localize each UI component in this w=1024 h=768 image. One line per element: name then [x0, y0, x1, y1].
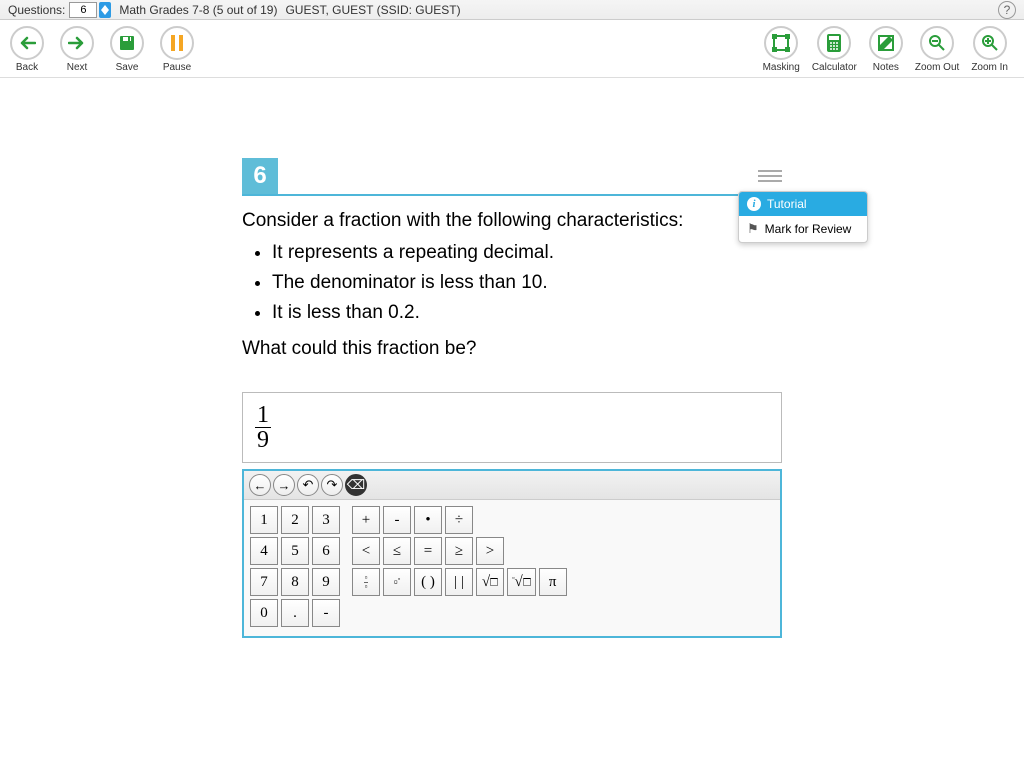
key-decimal[interactable]: .	[281, 599, 309, 627]
fraction-display: 1 9	[255, 403, 271, 452]
questions-label: Questions:	[8, 3, 65, 17]
cursor-left-button[interactable]: ←	[249, 474, 271, 496]
key-plus[interactable]: +	[352, 506, 380, 534]
key-neg[interactable]: -	[312, 599, 340, 627]
question-stepper[interactable]	[99, 2, 111, 18]
bullet-item: The denominator is less than 10.	[272, 272, 782, 294]
back-button[interactable]: Back	[10, 26, 44, 73]
context-menu: i Tutorial ⚑ Mark for Review	[738, 191, 868, 243]
mark-review-menu-item[interactable]: ⚑ Mark for Review	[739, 216, 867, 242]
key-ge[interactable]: ≥	[445, 537, 473, 565]
key-5[interactable]: 5	[281, 537, 309, 565]
key-9[interactable]: 9	[312, 568, 340, 596]
numerator: 1	[255, 403, 271, 428]
question-header: 6	[242, 158, 782, 196]
notes-icon	[877, 34, 895, 52]
key-fraction[interactable]: ▫▫	[352, 568, 380, 596]
calculator-icon	[827, 34, 841, 52]
key-7[interactable]: 7	[250, 568, 278, 596]
top-bar: Questions: Math Grades 7-8 (5 out of 19)…	[0, 0, 1024, 20]
math-keypad: ← → ↶ ↷ ⌫ 1 2 3 + - • ÷ 4	[242, 469, 782, 638]
help-icon[interactable]: ?	[998, 1, 1016, 19]
zoom-out-icon	[928, 34, 946, 52]
cursor-right-button[interactable]: →	[273, 474, 295, 496]
key-abs[interactable]: | |	[445, 568, 473, 596]
question-bullets: It represents a repeating decimal. The d…	[242, 242, 782, 324]
key-power[interactable]: ▫▫	[383, 568, 411, 596]
tutorial-menu-item[interactable]: i Tutorial	[739, 192, 867, 216]
backspace-button[interactable]: ⌫	[345, 474, 367, 496]
key-6[interactable]: 6	[312, 537, 340, 565]
zoom-in-button[interactable]: Zoom In	[971, 26, 1008, 73]
denominator: 9	[255, 428, 271, 452]
save-button[interactable]: Save	[110, 26, 144, 73]
key-parens[interactable]: ( )	[414, 568, 442, 596]
arrow-left-icon	[18, 36, 36, 50]
zoom-in-icon	[981, 34, 999, 52]
calculator-button[interactable]: Calculator	[812, 26, 857, 73]
menu-icon[interactable]	[758, 170, 782, 182]
question-prompt: Consider a fraction with the following c…	[242, 210, 782, 232]
toolbar: Back Next Save Pause Masking Calculator …	[0, 20, 1024, 78]
key-minus[interactable]: -	[383, 506, 411, 534]
key-0[interactable]: 0	[250, 599, 278, 627]
answer-input[interactable]: 1 9	[242, 392, 782, 463]
key-3[interactable]: 3	[312, 506, 340, 534]
redo-button[interactable]: ↷	[321, 474, 343, 496]
key-pi[interactable]: π	[539, 568, 567, 596]
flag-icon: ⚑	[747, 221, 759, 237]
pause-button[interactable]: Pause	[160, 26, 194, 73]
key-4[interactable]: 4	[250, 537, 278, 565]
key-2[interactable]: 2	[281, 506, 309, 534]
question-number: 6	[242, 158, 278, 194]
key-lt[interactable]: <	[352, 537, 380, 565]
masking-icon	[772, 34, 790, 52]
key-nroot[interactable]: ▫√	[507, 568, 536, 596]
question-ask: What could this fraction be?	[242, 338, 782, 360]
test-title: Math Grades 7-8 (5 out of 19)	[119, 3, 277, 17]
zoom-out-button[interactable]: Zoom Out	[915, 26, 959, 73]
keypad-toolbar: ← → ↶ ↷ ⌫	[244, 471, 780, 500]
content-area: 6 i Tutorial ⚑ Mark for Review Consider …	[0, 78, 1024, 638]
next-button[interactable]: Next	[60, 26, 94, 73]
key-eq[interactable]: =	[414, 537, 442, 565]
pause-icon	[171, 35, 183, 51]
question-selector[interactable]	[69, 2, 97, 18]
key-1[interactable]: 1	[250, 506, 278, 534]
key-sqrt[interactable]: √	[476, 568, 504, 596]
notes-button[interactable]: Notes	[869, 26, 903, 73]
masking-button[interactable]: Masking	[763, 26, 800, 73]
info-icon: i	[747, 197, 761, 211]
key-le[interactable]: ≤	[383, 537, 411, 565]
undo-button[interactable]: ↶	[297, 474, 319, 496]
arrow-right-icon	[68, 36, 86, 50]
bullet-item: It represents a repeating decimal.	[272, 242, 782, 264]
key-8[interactable]: 8	[281, 568, 309, 596]
user-info: GUEST, GUEST (SSID: GUEST)	[285, 3, 460, 17]
question-body: Consider a fraction with the following c…	[242, 196, 782, 384]
save-icon	[119, 35, 135, 51]
key-dot[interactable]: •	[414, 506, 442, 534]
key-divide[interactable]: ÷	[445, 506, 473, 534]
key-gt[interactable]: >	[476, 537, 504, 565]
bullet-item: It is less than 0.2.	[272, 302, 782, 324]
